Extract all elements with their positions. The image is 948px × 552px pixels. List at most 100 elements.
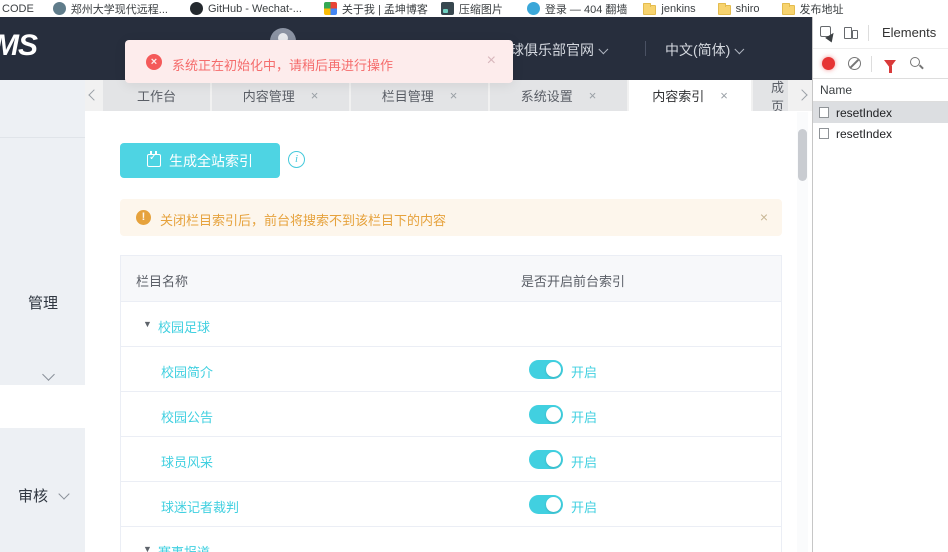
bookmark-label: 关于我 | 孟坤博客 [341,3,428,16]
bookmark-label: CODE [2,2,34,15]
bookmark-code[interactable]: CODE [2,3,34,15]
tab-bar: 工作台 内容管理 × 栏目管理 × 系统设置 × 内容索引 × 生成页面 [85,80,812,111]
scrollbar-thumb[interactable] [798,129,807,181]
close-icon[interactable]: × [760,209,768,225]
chevron-down-icon[interactable] [58,488,70,500]
error-icon [146,54,162,70]
toast-message: 系统正在初始化中，请稍后再进行操作 [172,58,394,73]
warning-alert: 关闭栏目索引后，前台将搜索不到该栏目下的内容 × [120,199,782,236]
table-row: 校园公告 开启 [121,392,781,437]
index-toggle[interactable] [529,495,563,514]
bookmark-folder-shiro[interactable]: shiro [717,2,760,15]
tab-workbench[interactable]: 工作台 [103,80,210,111]
index-check-icon [147,151,161,167]
tab-label: 工作台 [136,89,176,104]
bookmark-folder-jenkins[interactable]: jenkins [643,2,696,15]
close-icon[interactable]: × [487,52,496,70]
bookmark-folder-publish[interactable]: 发布地址 [781,1,844,17]
screenshot-root: CODE 郑州大学现代远程... GitHub - Wechat-... 关于我… [0,0,948,552]
device-toolbar-icon[interactable] [844,26,858,40]
tab-label: 栏目管理 [381,89,434,104]
network-request-row[interactable]: resetIndex [813,102,948,123]
request-name: resetIndex [836,105,893,120]
bookmarks-bar: CODE 郑州大学现代远程... GitHub - Wechat-... 关于我… [0,0,948,17]
folder-icon [781,2,795,15]
divider [868,24,869,41]
content-index-panel: 生成全站索引 关闭栏目索引后，前台将搜索不到该栏目下的内容 × 栏目名称 是否开… [85,111,797,552]
close-icon[interactable]: × [450,88,458,103]
request-name: resetIndex [836,126,893,141]
tab-column-mgmt[interactable]: 栏目管理 × [351,80,488,111]
close-icon[interactable]: × [589,88,597,103]
toggle-knob [546,407,561,422]
network-toolbar [813,49,948,79]
column-header-index: 是否开启前台索引 [521,274,626,289]
close-icon[interactable]: × [720,88,728,103]
bookmark-label: 郑州大学现代远程... [70,3,168,16]
inspect-element-icon[interactable] [820,25,837,42]
index-toggle[interactable] [529,405,563,424]
record-icon[interactable] [822,57,835,70]
sidebar-item-review[interactable]: 审核 [18,485,48,506]
bookmark-zzu[interactable]: 郑州大学现代远程... [52,1,168,17]
bookmark-blog[interactable]: 关于我 | 孟坤博客 [323,1,428,17]
column-link[interactable]: 赛事报道 [158,542,210,552]
table-row: 校园简介 开启 [121,347,781,392]
tab-label: 内容索引 [652,89,705,104]
language-label: 中文(简体) [665,42,731,58]
bookmark-login[interactable]: 登录 — 404 翻墙 [526,1,628,17]
tab-system-settings[interactable]: 系统设置 × [490,80,627,111]
app-logo: MS [0,29,38,62]
sidebar: 管理 审核 [0,80,85,552]
tab-elements[interactable]: Elements [882,25,936,40]
table-row: 球迷记者裁判 开启 [121,482,781,527]
info-icon[interactable] [288,151,305,168]
chevron-down-icon[interactable] [42,368,55,381]
sidebar-section: 管理 [0,80,85,385]
bookmark-compress[interactable]: 压缩图片 [440,1,503,17]
column-link[interactable]: 校园公告 [161,407,213,426]
page-scrollbar[interactable] [797,112,808,552]
github-icon [189,2,203,15]
column-link[interactable]: 校园简介 [161,362,213,381]
column-link[interactable]: 球迷记者裁判 [161,497,239,516]
column-link[interactable]: 校园足球 [158,317,210,336]
tab-content-mgmt[interactable]: 内容管理 × [212,80,349,111]
tab-label: 系统设置 [520,89,573,104]
network-request-row[interactable]: resetIndex [813,123,948,144]
table-row: ▼ 校园足球 [121,302,781,347]
search-icon[interactable] [910,56,924,71]
clear-icon[interactable] [848,57,861,70]
tab-scroll-left-icon[interactable] [88,89,100,101]
image-icon [440,2,454,15]
generate-site-index-button[interactable]: 生成全站索引 [120,143,280,178]
bookmark-label: jenkins [661,2,696,15]
toggle-state-label: 开启 [571,410,598,425]
filter-icon[interactable] [884,59,896,73]
generate-button-label: 生成全站索引 [169,152,253,169]
network-name-header[interactable]: Name [813,79,948,102]
tab-content-index[interactable]: 内容索引 × [629,80,751,111]
sidebar-item-manage[interactable]: 管理 [28,292,58,313]
language-selector[interactable]: 中文(简体) [665,40,745,60]
devtools-panel: Elements Name resetIndex resetIndex [812,17,948,552]
bookmark-label: 登录 — 404 翻墙 [544,3,628,16]
tab-scroll-right-icon[interactable] [796,89,808,101]
column-link[interactable]: 球员风采 [161,452,213,471]
chevron-down-icon [598,44,609,55]
header-divider [645,41,646,56]
devtools-toolbar: Elements [813,17,948,49]
tab-partial[interactable]: 生成页面 [753,80,788,111]
close-icon[interactable]: × [311,88,319,103]
folder-icon [717,2,731,15]
folder-icon [643,2,657,15]
expand-arrow-icon[interactable]: ▼ [143,544,152,552]
chevron-down-icon [734,44,745,55]
expand-arrow-icon[interactable]: ▼ [143,319,152,329]
column-index-table: 栏目名称 是否开启前台索引 ▼ 校园足球 校园简介 开启 校园公告 开启 球员风… [120,255,782,552]
bookmark-label: 压缩图片 [458,3,503,16]
bookmark-github[interactable]: GitHub - Wechat-... [189,2,302,15]
index-toggle[interactable] [529,450,563,469]
grid-icon [323,2,337,15]
index-toggle[interactable] [529,360,563,379]
